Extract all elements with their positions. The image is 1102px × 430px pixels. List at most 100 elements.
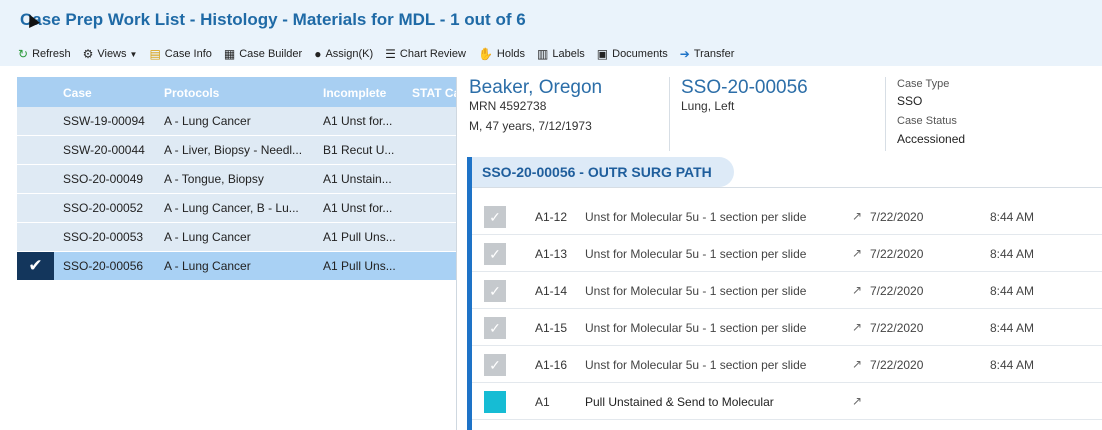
- assign-icon: ●: [314, 47, 322, 61]
- task-code: A1-15: [535, 321, 568, 335]
- case-cell: SSO-20-00052: [63, 201, 144, 215]
- completed-checkbox[interactable]: ✓: [484, 206, 506, 228]
- task-code: A1: [535, 395, 550, 409]
- table-row[interactable]: SSO-20-00049 A - Tongue, Biopsy A1 Unsta…: [17, 165, 456, 194]
- task-time: 8:44 AM: [990, 210, 1035, 224]
- send-icon: ↗: [852, 283, 863, 297]
- patient-name[interactable]: Beaker, Oregon: [469, 77, 602, 99]
- table-row[interactable]: SSO-20-00052 A - Lung Cancer, B - Lu... …: [17, 194, 456, 223]
- case-cell: SSO-20-00053: [63, 230, 144, 244]
- completed-checkbox[interactable]: ✓: [484, 243, 506, 265]
- protocols-cell: A - Lung Cancer: [164, 230, 251, 244]
- assign-button[interactable]: ● Assign(K): [314, 47, 373, 61]
- specimen-site: Lung, Left: [681, 99, 735, 113]
- protocols-cell: A - Lung Cancer, B - Lu...: [164, 201, 299, 215]
- task-time: 8:44 AM: [990, 247, 1035, 261]
- protocols-cell: A - Tongue, Biopsy: [164, 172, 264, 186]
- column-header-case[interactable]: Case: [63, 86, 92, 100]
- task-description: Unst for Molecular 5u - 1 section per sl…: [585, 358, 807, 372]
- task-date: 7/22/2020: [870, 210, 924, 224]
- table-row[interactable]: SSW-20-00044 A - Liver, Biopsy - Needl..…: [17, 136, 456, 165]
- case-cell: SSW-19-00094: [63, 114, 145, 128]
- incomplete-cell: A1 Unst for...: [323, 201, 393, 215]
- patient-header: Beaker, Oregon MRN 4592738 M, 47 years, …: [469, 77, 1102, 159]
- case-status-value: Accessioned: [897, 132, 966, 146]
- patient-mrn: MRN 4592738: [469, 99, 547, 113]
- task-code: A1-13: [535, 247, 568, 261]
- views-icon: ⚙: [82, 47, 94, 61]
- send-icon: ↗: [852, 394, 863, 408]
- task-date: 7/22/2020: [870, 321, 924, 335]
- task-row[interactable]: ✓ A1-12 Unst for Molecular 5u - 1 sectio…: [472, 198, 1102, 235]
- case-number: SSO-20-00056: [681, 77, 808, 98]
- protocols-cell: A - Lung Cancer: [164, 114, 251, 128]
- chart-review-button[interactable]: ☰ Chart Review: [385, 47, 466, 61]
- completed-checkbox[interactable]: ✓: [484, 280, 506, 302]
- protocols-cell: A - Liver, Biopsy - Needl...: [164, 143, 303, 157]
- incomplete-cell: B1 Recut U...: [323, 143, 395, 157]
- checkmark-icon[interactable]: ✔: [17, 252, 54, 280]
- case-builder-button[interactable]: ▦ Case Builder: [224, 47, 302, 61]
- task-date: 7/22/2020: [870, 284, 924, 298]
- incomplete-cell: A1 Pull Uns...: [323, 230, 396, 244]
- views-button[interactable]: ⚙ Views ▼: [83, 47, 138, 61]
- case-info-button[interactable]: ▤ Case Info: [149, 47, 211, 61]
- column-header-stat[interactable]: STAT Ca: [412, 86, 456, 100]
- task-time: 8:44 AM: [990, 284, 1035, 298]
- protocols-cell: A - Lung Cancer: [164, 259, 251, 273]
- task-date: 7/22/2020: [870, 358, 924, 372]
- task-description: Pull Unstained & Send to Molecular: [585, 395, 774, 409]
- table-row-selected[interactable]: ✔ SSO-20-00056 A - Lung Cancer A1 Pull U…: [17, 252, 456, 281]
- case-type-value: SSO: [897, 94, 923, 108]
- worklist-table: Case Protocols Incomplete STAT Ca SSW-19…: [17, 77, 457, 430]
- holds-icon: ✋: [477, 47, 493, 61]
- documents-button[interactable]: ▣ Documents: [597, 47, 668, 61]
- toolbar: ↻ Refresh ⚙ Views ▼ ▤ Case Info ▦ Case Builde…: [0, 42, 1102, 66]
- task-time: 8:44 AM: [990, 358, 1035, 372]
- task-row[interactable]: A1 Pull Unstained & Send to Molecular ↗: [472, 383, 1102, 420]
- pending-checkbox[interactable]: [484, 391, 506, 413]
- transfer-button[interactable]: ➔ Transfer: [680, 47, 735, 61]
- patient-demographics: M, 47 years, 7/12/1973: [469, 119, 592, 133]
- case-cell: SSO-20-00049: [63, 172, 144, 186]
- task-code: A1-12: [535, 210, 568, 224]
- case-info-icon: ▤: [149, 47, 161, 61]
- case-status-label: Case Status: [897, 115, 957, 127]
- task-row[interactable]: ✓ A1-15 Unst for Molecular 5u - 1 sectio…: [472, 309, 1102, 346]
- task-time: 8:44 AM: [990, 321, 1035, 335]
- column-header-incomplete[interactable]: Incomplete: [323, 86, 386, 100]
- task-code: A1-16: [535, 358, 568, 372]
- completed-checkbox[interactable]: ✓: [484, 317, 506, 339]
- task-row[interactable]: ✓ A1-14 Unst for Molecular 5u - 1 sectio…: [472, 272, 1102, 309]
- task-description: Unst for Molecular 5u - 1 section per sl…: [585, 284, 807, 298]
- holds-button[interactable]: ✋ Holds: [478, 47, 525, 61]
- completed-checkbox[interactable]: ✓: [484, 354, 506, 376]
- send-icon: ↗: [852, 357, 863, 371]
- column-header-protocols[interactable]: Protocols: [164, 86, 219, 100]
- title-bar: Case Prep Work List - Histology - Materi…: [0, 0, 1102, 42]
- table-header: Case Protocols Incomplete STAT Ca: [17, 77, 456, 107]
- refresh-button[interactable]: ↻ Refresh: [18, 47, 71, 61]
- task-date: 7/22/2020: [870, 247, 924, 261]
- task-code: A1-14: [535, 284, 568, 298]
- case-builder-icon: ▦: [223, 47, 236, 61]
- chart-review-icon: ☰: [385, 47, 396, 61]
- labels-icon: ▥: [537, 47, 549, 61]
- task-row[interactable]: ✓ A1-13 Unst for Molecular 5u - 1 sectio…: [472, 235, 1102, 272]
- incomplete-cell: A1 Pull Uns...: [323, 259, 396, 273]
- incomplete-cell: A1 Unst for...: [323, 114, 393, 128]
- section-header: SSO-20-00056 - OUTR SURG PATH: [472, 157, 1102, 188]
- case-cell: SSW-20-00044: [63, 143, 145, 157]
- chevron-down-icon: ▼: [129, 49, 138, 59]
- table-row[interactable]: SSW-19-00094 A - Lung Cancer A1 Unst for…: [17, 107, 456, 136]
- divider: [885, 77, 886, 151]
- section-title[interactable]: SSO-20-00056 - OUTR SURG PATH: [472, 157, 734, 187]
- table-row[interactable]: SSO-20-00053 A - Lung Cancer A1 Pull Uns…: [17, 223, 456, 252]
- task-description: Unst for Molecular 5u - 1 section per sl…: [585, 210, 807, 224]
- task-description: Unst for Molecular 5u - 1 section per sl…: [585, 321, 807, 335]
- divider: [669, 77, 670, 151]
- refresh-icon: ↻: [18, 47, 29, 61]
- case-cell: SSO-20-00056: [63, 259, 144, 273]
- labels-button[interactable]: ▥ Labels: [537, 47, 585, 61]
- task-row[interactable]: ✓ A1-16 Unst for Molecular 5u - 1 sectio…: [472, 346, 1102, 383]
